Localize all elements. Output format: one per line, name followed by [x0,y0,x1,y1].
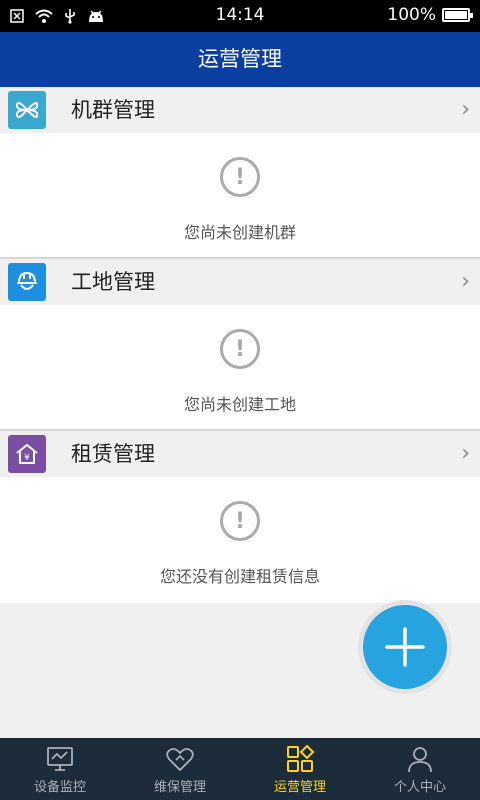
bottom-nav: 设备监控 维保管理 运营管理 个人中心 [0,738,480,800]
helmet-icon [8,263,46,301]
nav-label: 个人中心 [393,780,446,795]
nav-item-maintenance[interactable]: 维保管理 [120,738,240,800]
section-cluster: 机群管理 › ! 您尚未创建机群 [0,87,480,259]
nav-label: 维保管理 [153,780,206,795]
section-header-cluster[interactable]: 机群管理 › [0,87,480,133]
section-header-site[interactable]: 工地管理 › [0,259,480,305]
svg-text:¥: ¥ [24,453,30,463]
nav-item-device-monitor[interactable]: 设备监控 [0,738,120,800]
alert-icon: ! [220,501,260,541]
nav-label: 设备监控 [33,780,86,795]
section-site: 工地管理 › ! 您尚未创建工地 [0,259,480,431]
monitor-icon [47,747,73,771]
page-title: 运营管理 [0,32,480,87]
nav-item-operations[interactable]: 运营管理 [240,738,360,800]
plus-icon [385,627,425,667]
status-bar: 14:14 100% [0,0,480,32]
section-title-site: 工地管理 [71,270,155,294]
nav-label: 运营管理 [273,780,326,795]
battery-percent: 100% [387,5,436,25]
person-icon [408,747,432,773]
chevron-right-icon: › [461,97,470,122]
section-title-cluster: 机群管理 [71,98,155,122]
empty-state-cluster: ! 您尚未创建机群 [0,133,480,259]
status-icons-right: 100% [387,5,473,25]
heart-icon [166,748,194,772]
cluster-icon [8,91,46,129]
alert-icon: ! [220,329,260,369]
empty-text-lease: 您还没有创建租赁信息 [159,567,320,586]
chevron-right-icon: › [461,441,470,466]
nav-item-profile[interactable]: 个人中心 [360,738,480,800]
empty-text-site: 您尚未创建工地 [183,395,296,414]
empty-state-site: ! 您尚未创建工地 [0,305,480,431]
add-button[interactable] [363,605,447,689]
grid-icon [287,744,315,772]
alert-icon: ! [220,157,260,197]
empty-state-lease: ! 您还没有创建租赁信息 [0,477,480,603]
section-title-lease: 租赁管理 [71,442,155,466]
section-lease: ¥ 租赁管理 › ! 您还没有创建租赁信息 [0,431,480,603]
lease-house-icon: ¥ [8,435,46,473]
section-header-lease[interactable]: ¥ 租赁管理 › [0,431,480,477]
battery-icon [442,8,473,22]
chevron-right-icon: › [461,269,470,294]
empty-text-cluster: 您尚未创建机群 [183,223,296,242]
